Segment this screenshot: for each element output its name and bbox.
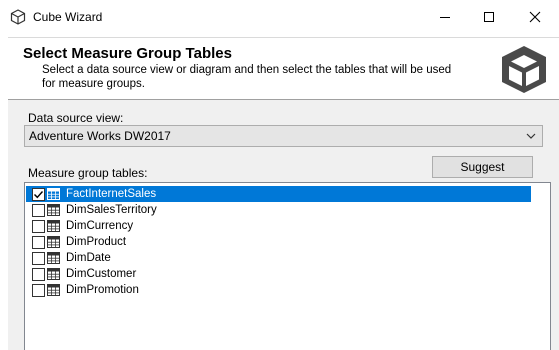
window-title: Cube Wizard bbox=[33, 10, 103, 24]
maximize-button[interactable] bbox=[466, 0, 512, 33]
table-checkbox[interactable] bbox=[32, 252, 45, 265]
table-name: FactInternetSales bbox=[66, 188, 157, 200]
table-checkbox[interactable] bbox=[32, 220, 45, 233]
table-checkbox[interactable] bbox=[32, 236, 45, 249]
list-item[interactable]: DimPromotion bbox=[26, 282, 531, 298]
table-name: DimDate bbox=[66, 252, 111, 264]
table-checkbox[interactable] bbox=[32, 188, 45, 201]
list-item[interactable]: DimDate bbox=[26, 250, 531, 266]
list-item[interactable]: DimProduct bbox=[26, 234, 531, 250]
table-checkbox[interactable] bbox=[32, 268, 45, 281]
list-item[interactable]: DimCurrency bbox=[26, 218, 531, 234]
cube-wizard-logo bbox=[502, 46, 546, 93]
title-bar: Cube Wizard bbox=[0, 0, 559, 35]
wizard-header: Select Measure Group Tables Select a dat… bbox=[8, 37, 559, 99]
measure-group-tables-list[interactable]: FactInternetSales DimSalesTerritory DimCur… bbox=[24, 182, 551, 350]
table-icon bbox=[47, 268, 60, 280]
table-checkbox[interactable] bbox=[32, 204, 45, 217]
data-source-view-value: Adventure Works DW2017 bbox=[29, 129, 171, 143]
table-name: DimCurrency bbox=[66, 220, 134, 232]
data-source-view-label: Data source view: bbox=[28, 111, 124, 125]
wizard-body: Data source view: Adventure Works DW2017… bbox=[8, 99, 559, 350]
data-source-view-select[interactable]: Adventure Works DW2017 bbox=[24, 125, 543, 147]
table-icon bbox=[47, 236, 60, 248]
table-icon bbox=[47, 204, 60, 216]
table-checkbox[interactable] bbox=[32, 284, 45, 297]
minimize-button[interactable] bbox=[422, 0, 468, 33]
table-name: DimCustomer bbox=[66, 268, 137, 280]
list-item[interactable]: DimSalesTerritory bbox=[26, 202, 531, 218]
chevron-down-icon bbox=[526, 133, 536, 139]
table-icon bbox=[47, 188, 60, 200]
table-icon bbox=[47, 220, 60, 232]
table-name: DimPromotion bbox=[66, 284, 139, 296]
maximize-icon bbox=[484, 11, 494, 22]
minimize-icon bbox=[440, 16, 450, 18]
table-icon bbox=[47, 252, 60, 264]
suggest-button[interactable]: Suggest bbox=[432, 156, 533, 178]
table-name: DimProduct bbox=[66, 236, 127, 248]
close-icon bbox=[529, 11, 541, 22]
cube-icon bbox=[10, 9, 26, 25]
list-item[interactable]: DimCustomer bbox=[26, 266, 531, 282]
page-title: Select Measure Group Tables bbox=[23, 45, 232, 62]
measure-group-tables-label: Measure group tables: bbox=[28, 166, 148, 180]
table-icon bbox=[47, 284, 60, 296]
list-item[interactable]: FactInternetSales bbox=[26, 186, 531, 202]
table-name: DimSalesTerritory bbox=[66, 204, 157, 216]
page-description: Select a data source view or diagram and… bbox=[42, 64, 452, 90]
close-button[interactable] bbox=[512, 0, 558, 33]
